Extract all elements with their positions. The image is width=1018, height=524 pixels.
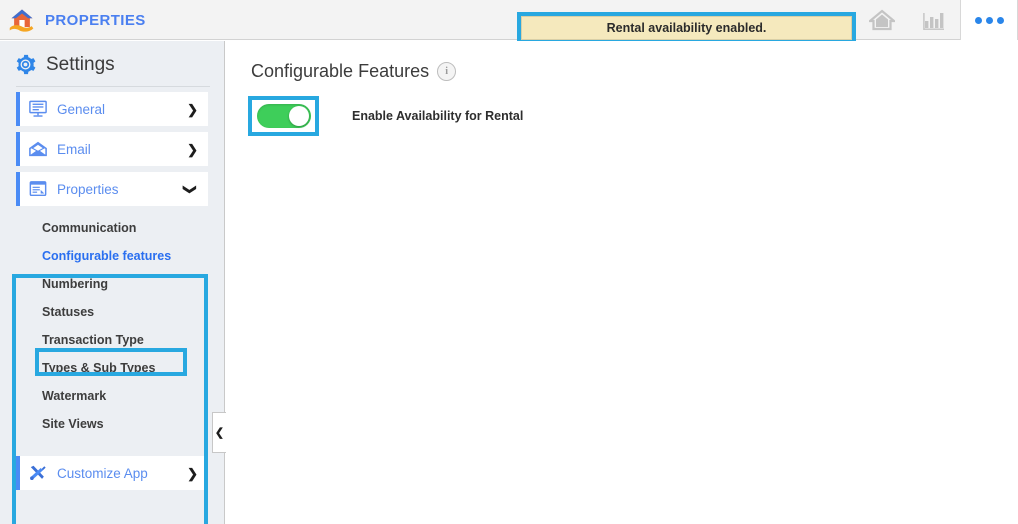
- submenu-item-statuses[interactable]: Statuses: [16, 298, 208, 326]
- document-icon: [29, 181, 47, 197]
- collapse-sidebar-handle[interactable]: ❮: [212, 412, 227, 453]
- sidebar-item-label: General: [57, 101, 106, 117]
- submenu-item-site-views[interactable]: Site Views: [16, 410, 208, 438]
- properties-submenu: Communication Configurable features Numb…: [16, 206, 208, 448]
- sidebar-item-customize-app[interactable]: Customize App ❯: [16, 456, 208, 490]
- page-title: Configurable Features: [251, 61, 430, 81]
- enable-availability-toggle[interactable]: [256, 104, 311, 128]
- chevron-down-icon: ❯: [183, 183, 199, 195]
- top-bar-icons: [856, 0, 1018, 40]
- submenu-item-label: Transaction Type: [42, 333, 144, 347]
- feature-label: Enable Availability for Rental: [352, 109, 524, 123]
- notification-banner: Rental availability enabled.: [521, 16, 852, 40]
- home-icon[interactable]: [856, 0, 908, 40]
- brand-title: PROPERTIES: [45, 11, 146, 29]
- house-in-hand-logo-icon: [9, 9, 34, 32]
- submenu-item-communication[interactable]: Communication: [16, 214, 208, 242]
- sidebar-nav: General ❯ Email ❯ Properties ❯ Communica…: [0, 92, 224, 524]
- notification-highlight: Rental availability enabled.: [517, 12, 856, 44]
- settings-title: Settings: [46, 53, 115, 75]
- brand[interactable]: PROPERTIES: [8, 0, 146, 40]
- submenu-item-label: Statuses: [42, 305, 95, 319]
- three-dots-icon: [974, 16, 1004, 24]
- monitor-icon: [29, 100, 47, 117]
- sidebar-item-email[interactable]: Email ❯: [16, 132, 208, 166]
- submenu-item-numbering[interactable]: Numbering: [16, 270, 208, 298]
- chevron-right-icon: ❯: [187, 141, 198, 157]
- analytics-icon[interactable]: [908, 0, 960, 40]
- sidebar-item-label: Customize App: [57, 465, 148, 481]
- top-bar: PROPERTIES: [0, 0, 1018, 40]
- submenu-item-types-sub-types[interactable]: Types & Sub Types: [16, 354, 208, 382]
- info-icon[interactable]: i: [437, 62, 457, 81]
- main-content: Configurable Features i Enable Availabil…: [226, 41, 1018, 524]
- tools-icon: [30, 465, 46, 481]
- header-divider: [16, 86, 210, 87]
- more-menu-icon[interactable]: [960, 0, 1018, 40]
- page-title-row: Configurable Features i: [226, 41, 1018, 82]
- submenu-item-label: Site Views: [42, 417, 104, 431]
- sidebar-item-label: Email: [57, 141, 91, 157]
- submenu-item-label: Watermark: [42, 389, 107, 403]
- envelope-icon: [29, 141, 47, 157]
- feature-row: Enable Availability for Rental: [226, 82, 1018, 136]
- app-root: PROPERTIES Rental availability enabled. …: [0, 0, 1018, 524]
- sidebar: Settings General ❯ Email ❯ Properties ❯ …: [0, 41, 227, 524]
- toggle-knob: [288, 106, 309, 126]
- submenu-item-watermark[interactable]: Watermark: [16, 382, 208, 410]
- submenu-item-configurable-features[interactable]: Configurable features: [16, 242, 208, 270]
- submenu-item-transaction-type[interactable]: Transaction Type: [16, 326, 208, 354]
- sidebar-header: Settings: [0, 41, 224, 76]
- toggle-highlight: [248, 96, 319, 136]
- chevron-right-icon: ❯: [187, 465, 198, 481]
- submenu-item-label: Configurable features: [42, 249, 172, 263]
- submenu-item-label: Numbering: [42, 277, 108, 291]
- sidebar-item-properties[interactable]: Properties ❯: [16, 172, 208, 206]
- submenu-item-label: Communication: [42, 221, 137, 235]
- submenu-item-label: Types & Sub Types: [42, 361, 156, 375]
- sidebar-item-label: Properties: [57, 181, 119, 197]
- gear-icon: [16, 54, 36, 75]
- chevron-right-icon: ❯: [187, 101, 198, 117]
- sidebar-item-general[interactable]: General ❯: [16, 92, 208, 126]
